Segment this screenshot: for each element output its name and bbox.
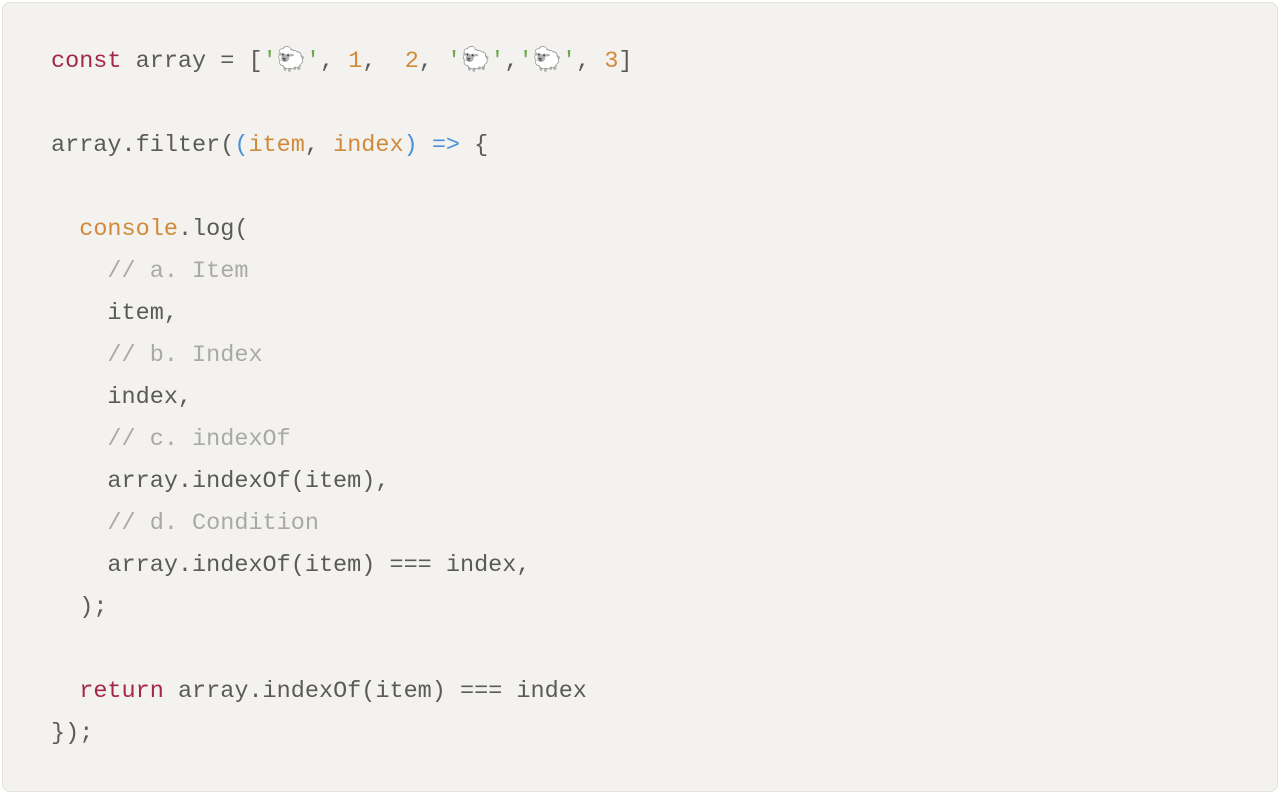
return-expr: array.indexOf(item) === index <box>164 678 587 705</box>
identifier-console: console <box>79 216 178 243</box>
arrow-fn: => <box>418 132 460 159</box>
string-quote: ' <box>263 48 277 75</box>
number-literal: 2 <box>405 48 419 75</box>
punct-comma: , <box>362 48 404 75</box>
indent <box>51 594 79 621</box>
call-log: .log( <box>178 216 249 243</box>
indent <box>51 300 107 327</box>
code-line-8: // b. Index <box>51 342 263 369</box>
comment-c-indexof: // c. indexOf <box>107 426 290 453</box>
identifier-array: array <box>122 48 221 75</box>
keyword-return: return <box>79 678 164 705</box>
indent <box>51 510 107 537</box>
paren-close: ) <box>404 132 418 159</box>
string-quote: ' <box>562 48 576 75</box>
code-block: const array = ['🐑', 1, 2, '🐑','🐑', 3] ar… <box>2 2 1278 792</box>
emoji-sheep: 🐑 <box>277 48 306 75</box>
code-line-11: array.indexOf(item), <box>51 468 389 495</box>
string-quote: ' <box>447 48 461 75</box>
string-quote: ' <box>306 48 320 75</box>
punct-comma: , <box>320 48 348 75</box>
arg-condition: array.indexOf(item) === index, <box>107 552 530 579</box>
closing-braces: }); <box>51 720 93 747</box>
punct-comma: , <box>305 132 333 159</box>
paren-open: ( <box>234 132 248 159</box>
comment-a-item: // a. Item <box>107 258 248 285</box>
param-item: item <box>248 132 304 159</box>
emoji-sheep: 🐑 <box>461 48 490 75</box>
arg-item: item, <box>107 300 178 327</box>
code-line-12: // d. Condition <box>51 510 319 537</box>
code-line-17: }); <box>51 720 93 747</box>
indent <box>51 678 79 705</box>
indent <box>51 258 107 285</box>
code-line-14: ); <box>51 594 107 621</box>
operator-assign: = <box>220 48 248 75</box>
keyword-const: const <box>51 48 122 75</box>
code-line-7: item, <box>51 300 178 327</box>
code-line-6: // a. Item <box>51 258 248 285</box>
paren-close-semi: ); <box>79 594 107 621</box>
code-line-5: console.log( <box>51 216 248 243</box>
brace-open: { <box>460 132 488 159</box>
punct-rbracket: ] <box>618 48 632 75</box>
indent <box>51 342 107 369</box>
punct-lbracket: [ <box>248 48 262 75</box>
number-literal: 3 <box>604 48 618 75</box>
number-literal: 1 <box>348 48 362 75</box>
punct-comma: , <box>505 48 519 75</box>
comment-d-condition: // d. Condition <box>107 510 319 537</box>
call-filter: array.filter( <box>51 132 234 159</box>
code-line-3: array.filter((item, index) => { <box>51 132 488 159</box>
arg-index: index, <box>107 384 192 411</box>
punct-comma: , <box>576 48 604 75</box>
code-line-1: const array = ['🐑', 1, 2, '🐑','🐑', 3] <box>51 48 633 75</box>
punct-comma: , <box>419 48 447 75</box>
indent <box>51 216 79 243</box>
indent <box>51 426 107 453</box>
indent <box>51 384 107 411</box>
code-line-16: return array.indexOf(item) === index <box>51 678 587 705</box>
param-index: index <box>333 132 404 159</box>
emoji-sheep: 🐑 <box>533 48 562 75</box>
string-quote: ' <box>519 48 533 75</box>
string-quote: ' <box>490 48 504 75</box>
arg-indexof: array.indexOf(item), <box>107 468 389 495</box>
comment-b-index: // b. Index <box>107 342 262 369</box>
code-line-13: array.indexOf(item) === index, <box>51 552 531 579</box>
indent <box>51 552 107 579</box>
indent <box>51 468 107 495</box>
code-line-10: // c. indexOf <box>51 426 291 453</box>
code-line-9: index, <box>51 384 192 411</box>
